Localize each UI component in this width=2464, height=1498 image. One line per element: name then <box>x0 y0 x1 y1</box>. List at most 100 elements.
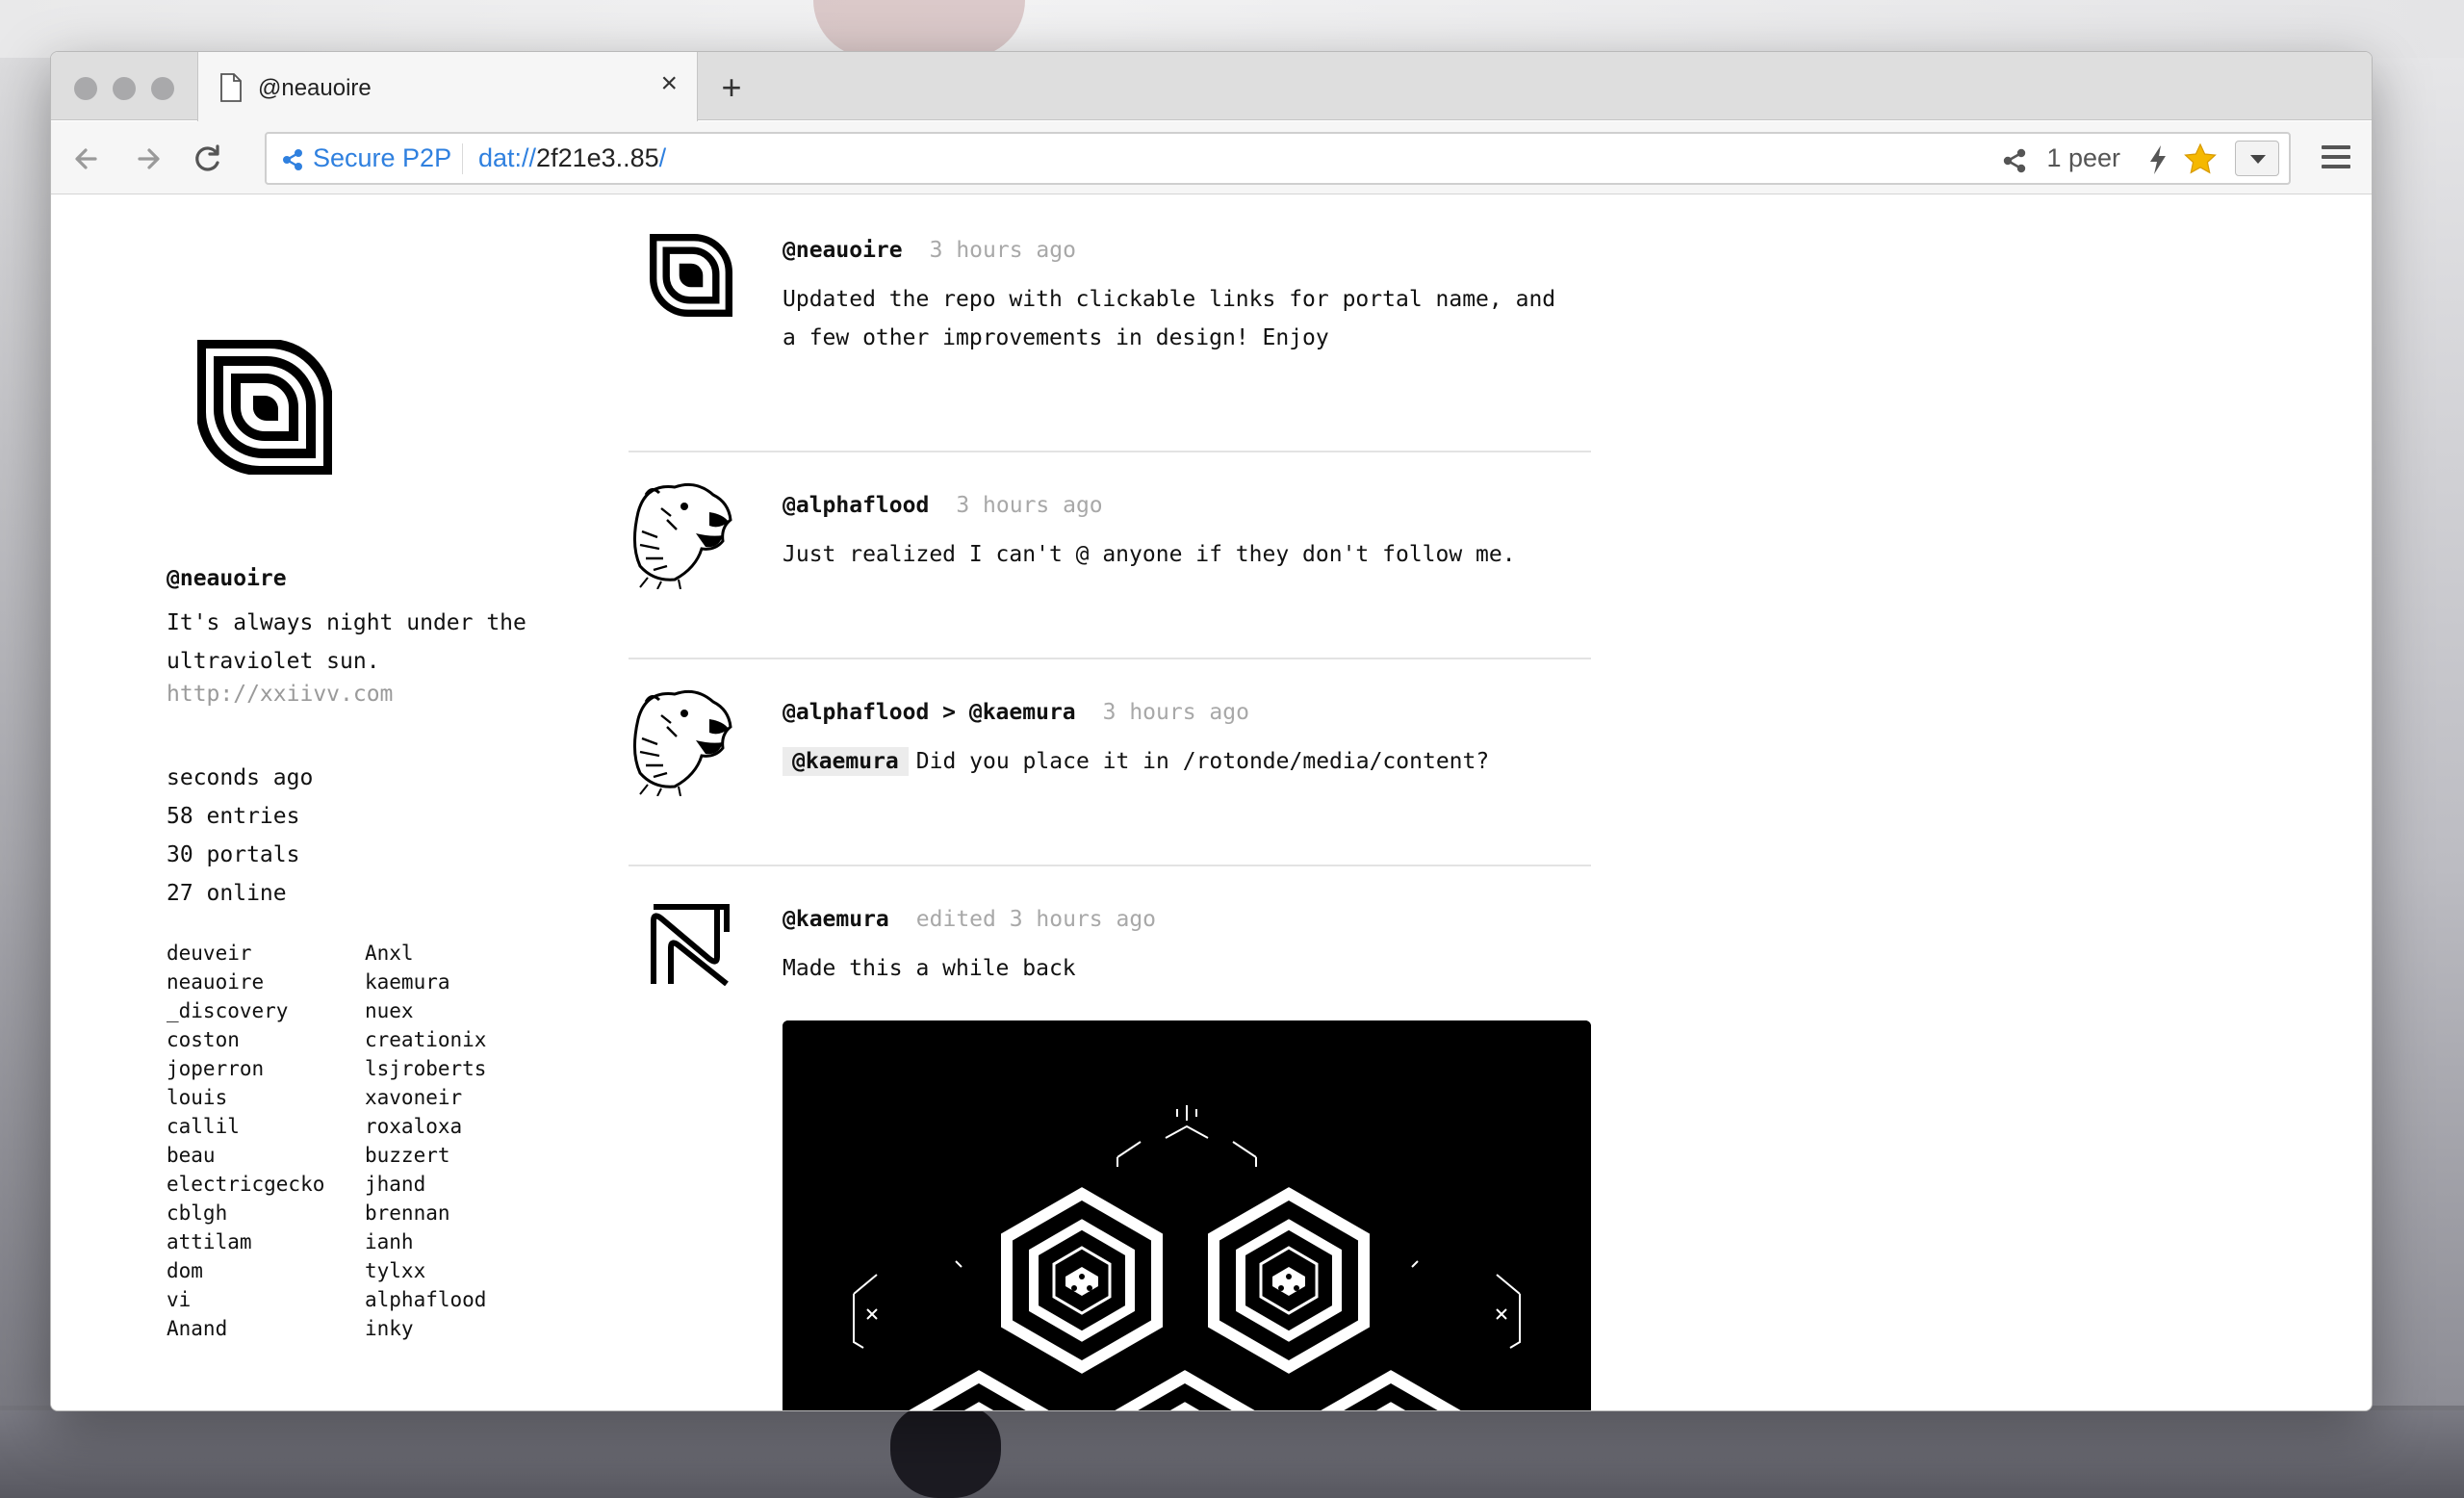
address-divider <box>462 143 463 174</box>
hamburger-menu-icon[interactable] <box>2322 144 2350 169</box>
stat-entries: 58 entries <box>167 804 300 829</box>
mention-tag[interactable]: @kaemura <box>783 747 909 776</box>
new-tab-button[interactable]: + <box>707 64 756 112</box>
portal-link[interactable]: coston <box>167 1025 365 1054</box>
portal-link[interactable]: electricgecko <box>167 1170 365 1199</box>
portal-link[interactable]: ianh <box>365 1227 557 1256</box>
entry-timestamp: 3 hours ago <box>929 238 1076 263</box>
tab-close-button[interactable]: × <box>660 69 678 98</box>
entry-author[interactable]: @alphaflood > @kaemura <box>783 700 1076 725</box>
entry-header: @alphaflood 3 hours ago <box>783 493 1103 518</box>
window-minimize-control[interactable] <box>113 77 136 100</box>
page-icon <box>220 73 242 102</box>
star-icon[interactable] <box>2184 142 2217 175</box>
reload-icon[interactable] <box>188 140 226 178</box>
entry-body: Updated the repo with clickable links fo… <box>783 287 1556 350</box>
url-text[interactable]: dat://2f21e3..85/ <box>478 143 666 173</box>
desktop-background-right <box>2373 58 2464 1406</box>
portal-link[interactable]: beau <box>167 1141 365 1170</box>
portal-link[interactable]: inky <box>365 1314 557 1343</box>
hexagon-artwork-image <box>783 1020 1591 1410</box>
profile-website-link[interactable]: http://xxiivv.com <box>167 682 393 707</box>
url-host: 2f21e3..85 <box>536 143 659 172</box>
window-close-control[interactable] <box>74 77 97 100</box>
entry-body: Just realized I can't @ anyone if they d… <box>783 542 1516 567</box>
portal-link[interactable]: attilam <box>167 1227 365 1256</box>
portal-link[interactable]: jhand <box>365 1170 557 1199</box>
navigation-bar: Secure P2P dat://2f21e3..85/ 1 peer <box>51 121 2372 194</box>
portal-link[interactable]: creationix <box>365 1025 557 1054</box>
entry-body: @kaemura Did you place it in /rotonde/med… <box>783 742 1581 781</box>
window-zoom-control[interactable] <box>151 77 174 100</box>
forward-arrow-icon[interactable] <box>128 140 167 178</box>
portal-link[interactable]: buzzert <box>365 1141 557 1170</box>
page-menu-dropdown[interactable] <box>2235 141 2279 176</box>
portal-link[interactable]: alphaflood <box>365 1285 557 1314</box>
url-scheme: dat:// <box>478 143 537 172</box>
entry-author[interactable]: @neauoire <box>783 238 903 263</box>
feed-entry: @alphaflood > @kaemura 3 hours ago @kaemu… <box>629 659 1591 866</box>
tab-active[interactable]: @neauoire × <box>197 52 698 121</box>
entry-body: Made this a while back <box>783 956 1076 981</box>
portal-link[interactable]: xavoneir <box>365 1083 557 1112</box>
chevron-down-icon <box>2250 155 2266 164</box>
peers-share-icon <box>2003 148 2026 173</box>
portal-link[interactable]: deuveir <box>167 939 365 968</box>
portal-link[interactable]: dom <box>167 1256 365 1285</box>
peer-count[interactable]: 1 peer <box>2046 143 2120 173</box>
url-suffix: / <box>658 143 667 172</box>
lightning-icon[interactable] <box>2147 144 2169 175</box>
profile-stats: seconds ago 58 entries 30 portals 27 onl… <box>167 759 313 913</box>
portal-link[interactable]: brennan <box>365 1199 557 1227</box>
secure-p2p-label[interactable]: Secure P2P <box>313 143 451 173</box>
entry-author[interactable]: @kaemura <box>783 907 889 932</box>
portal-link[interactable]: louis <box>167 1083 365 1112</box>
stat-portals: 30 portals <box>167 842 300 867</box>
stat-updated: seconds ago <box>167 765 314 790</box>
portal-link[interactable]: neauoire <box>167 968 365 996</box>
profile-name[interactable]: @neauoire <box>167 566 287 591</box>
entry-timestamp: edited 3 hours ago <box>915 907 1157 932</box>
entry-header: @kaemura edited 3 hours ago <box>783 907 1156 932</box>
entry-timestamp: 3 hours ago <box>1102 700 1249 725</box>
zigzag-logo-avatar-icon[interactable] <box>650 903 732 986</box>
entry-header: @alphaflood > @kaemura 3 hours ago <box>783 700 1249 725</box>
spiral-logo-avatar-icon[interactable] <box>650 234 732 317</box>
page-content: @neauoire It's always night under the ul… <box>51 195 2372 1410</box>
portal-link[interactable]: tylxx <box>365 1256 557 1285</box>
desktop-background-figure <box>813 0 1025 58</box>
entry-body-text: Did you place it in /rotonde/media/conte… <box>915 749 1490 774</box>
entry-author[interactable]: @alphaflood <box>783 493 929 518</box>
entry-timestamp: 3 hours ago <box>956 493 1103 518</box>
desktop-background-floor <box>0 1410 2464 1498</box>
portal-link[interactable]: kaemura <box>365 968 557 996</box>
portal-link[interactable]: _discovery <box>167 996 365 1025</box>
portal-link[interactable]: nuex <box>365 996 557 1025</box>
portal-link[interactable]: joperron <box>167 1054 365 1083</box>
portal-link[interactable]: Anand <box>167 1314 365 1343</box>
portal-link[interactable]: Anxl <box>365 939 557 968</box>
desktop-background-top <box>0 0 2464 58</box>
stat-online: 27 online <box>167 881 287 906</box>
portal-list: deuveir Anxl neauoire kaemura _discovery… <box>167 939 552 1343</box>
back-arrow-icon[interactable] <box>68 140 107 178</box>
entry-media-image[interactable] <box>783 1020 1591 1410</box>
portal-link[interactable]: cblgh <box>167 1199 365 1227</box>
feed-entry: @neauoire 3 hours ago Updated the repo wi… <box>629 195 1591 452</box>
share-icon <box>283 149 302 170</box>
tab-title: @neauoire <box>258 75 372 101</box>
feed-entry: @alphaflood 3 hours ago Just realized I c… <box>629 452 1591 659</box>
spiral-logo-icon <box>197 340 332 475</box>
desktop-background-left <box>0 58 50 1406</box>
portal-link[interactable]: vi <box>167 1285 365 1314</box>
profile-bio: It's always night under the ultraviolet … <box>167 610 526 674</box>
browser-window: @neauoire × + Secure P2P dat://2f21e3..8… <box>50 51 2373 1411</box>
portal-link[interactable]: roxaloxa <box>365 1112 557 1141</box>
tab-bar: @neauoire × + <box>51 52 2372 121</box>
portal-link[interactable]: lsjroberts <box>365 1054 557 1083</box>
portal-link[interactable]: callil <box>167 1112 365 1141</box>
bear-sketch-avatar-icon[interactable] <box>629 474 734 589</box>
bear-sketch-avatar-icon[interactable] <box>629 681 734 796</box>
desktop-background-figure-leg <box>890 1406 1001 1498</box>
address-bar[interactable]: Secure P2P dat://2f21e3..85/ 1 peer <box>265 132 2291 185</box>
